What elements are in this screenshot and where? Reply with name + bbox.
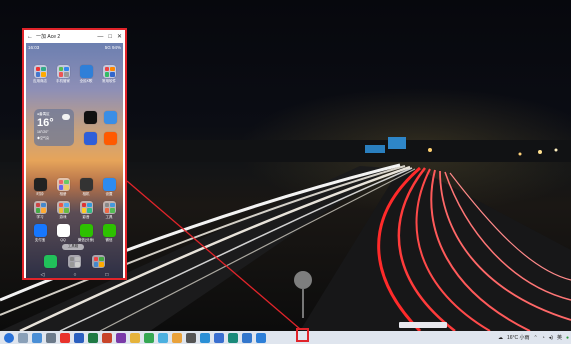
wps-icon[interactable] <box>60 332 70 343</box>
back-arrow-icon[interactable]: ← <box>27 34 33 40</box>
wechat-app-icon[interactable] <box>103 224 116 237</box>
app-label: 全民K歌 <box>79 79 93 83</box>
chevron-up-icon[interactable]: ⌃ <box>534 335 538 341</box>
app-label: 工具 <box>105 215 113 219</box>
phone-mirror-window[interactable]: ← 一加 Ace 2 — □ ✕ 16:03 5G 94% 应用商店 手机管家 … <box>22 28 127 280</box>
qq-app-icon[interactable] <box>57 224 70 237</box>
chat-icon[interactable] <box>214 332 224 343</box>
network-icon[interactable]: ◔ <box>542 335 545 341</box>
weather-cloud-icon[interactable]: ☁ <box>498 335 503 341</box>
status-time: 16:03 <box>28 45 40 50</box>
alipay-app-icon[interactable] <box>34 224 47 237</box>
study-folder[interactable] <box>34 201 47 214</box>
games-folder[interactable] <box>57 201 70 214</box>
ppt-icon[interactable] <box>102 332 112 343</box>
camera-app-icon[interactable] <box>80 178 93 191</box>
nav-recents-button[interactable]: □ <box>105 272 108 278</box>
floating-toolbar[interactable] <box>399 322 447 328</box>
cloud-icon <box>62 114 70 120</box>
edge-icon[interactable] <box>228 332 238 343</box>
maximize-button[interactable]: □ <box>108 34 112 40</box>
dock-folder-2[interactable] <box>92 255 105 268</box>
taskbar: ☁ 16°C 小雨 ⌃ ◔ ◂) 英 ● <box>0 331 571 344</box>
app-label: 相机 <box>82 192 90 196</box>
weather-range: 16°/20° <box>37 130 49 134</box>
app-label: 相册 <box>59 192 67 196</box>
camera-icon[interactable] <box>242 332 252 343</box>
files-icon[interactable] <box>46 332 56 343</box>
settings-icon[interactable] <box>186 332 196 343</box>
app-label: QQ <box>60 238 66 242</box>
status-signal-battery: 5G 94% <box>104 45 121 50</box>
volume-icon[interactable]: ◂) <box>549 335 553 341</box>
gallery-folder[interactable] <box>57 178 70 191</box>
media-folder[interactable] <box>80 201 93 214</box>
app-label: 游戏 <box>59 215 67 219</box>
phone-link-icon[interactable] <box>256 332 266 343</box>
start-icon[interactable] <box>4 332 14 343</box>
minimize-button[interactable]: — <box>97 34 103 40</box>
folder-icon[interactable] <box>130 332 140 343</box>
app-label: 微信 <box>105 238 113 242</box>
highlighted-taskbar-icon <box>296 328 309 342</box>
douyin-app-icon[interactable] <box>84 111 97 124</box>
tool-icon[interactable] <box>200 332 210 343</box>
weather-aqi: ◆空气良 <box>37 136 50 140</box>
search-icon[interactable] <box>18 332 28 343</box>
phone-status-bar: 16:03 5G 94% <box>28 45 121 50</box>
weather-widget[interactable]: ●番禺区 16° 16°/20° ◆空气良 <box>34 109 74 146</box>
clock-app-icon[interactable] <box>34 178 47 191</box>
onenote-icon[interactable] <box>116 332 126 343</box>
dock-folder[interactable] <box>68 255 81 268</box>
wechat-clone-app-icon[interactable] <box>80 224 93 237</box>
mail-icon[interactable] <box>32 332 42 343</box>
dock-label: 工具箱 <box>62 244 84 250</box>
taobao-app-icon[interactable] <box>104 132 117 145</box>
word-icon[interactable] <box>74 332 84 343</box>
phone-dialer-icon[interactable] <box>44 255 57 268</box>
system-tray: ☁ 16°C 小雨 ⌃ ◔ ◂) 英 ● <box>494 331 569 344</box>
notification-icon[interactable]: ● <box>566 335 569 341</box>
app-label: 学习 <box>36 215 44 219</box>
settings-app-icon[interactable] <box>103 178 116 191</box>
app-label: 设置 <box>105 192 113 196</box>
close-button[interactable]: ✕ <box>117 33 122 40</box>
tools-folder[interactable] <box>103 201 116 214</box>
app-label: 应用商店 <box>33 79 47 83</box>
nav-home-button[interactable]: ○ <box>73 272 76 278</box>
baidu-app-icon[interactable] <box>84 132 97 145</box>
app-label: 支付宝 <box>34 238 46 242</box>
app-label: 微信(分身) <box>77 238 95 242</box>
browser-icon[interactable] <box>144 332 154 343</box>
maps-icon[interactable] <box>158 332 168 343</box>
app-store-folder[interactable] <box>34 65 47 78</box>
common-apps-folder[interactable] <box>103 65 116 78</box>
input-language[interactable]: 英 <box>557 334 562 341</box>
app-label: 手机管家 <box>56 79 70 83</box>
phone-manager-folder[interactable] <box>57 65 70 78</box>
phone-home-screen[interactable]: 16:03 5G 94% 应用商店 手机管家 全民K歌 常用软件 ●番禺区 16… <box>26 43 123 278</box>
karaoke-app-icon[interactable] <box>80 65 93 78</box>
taskbar-weather[interactable]: 16°C 小雨 <box>507 334 530 341</box>
photos-icon[interactable] <box>172 332 182 343</box>
phone-window-titlebar[interactable]: ← 一加 Ace 2 — □ ✕ <box>24 30 125 43</box>
phone-window-title: 一加 Ace 2 <box>36 34 61 40</box>
app-label: 常用软件 <box>102 79 116 83</box>
nav-back-button[interactable]: ◁ <box>41 272 45 278</box>
excel-icon[interactable] <box>88 332 98 343</box>
app-label: 影音 <box>82 215 90 219</box>
phone-nav-bar: ◁ ○ □ <box>26 271 123 278</box>
weather-temp: 16° <box>37 117 54 129</box>
app-label: 时钟 <box>36 192 44 196</box>
alarm-app-icon[interactable] <box>104 111 117 124</box>
